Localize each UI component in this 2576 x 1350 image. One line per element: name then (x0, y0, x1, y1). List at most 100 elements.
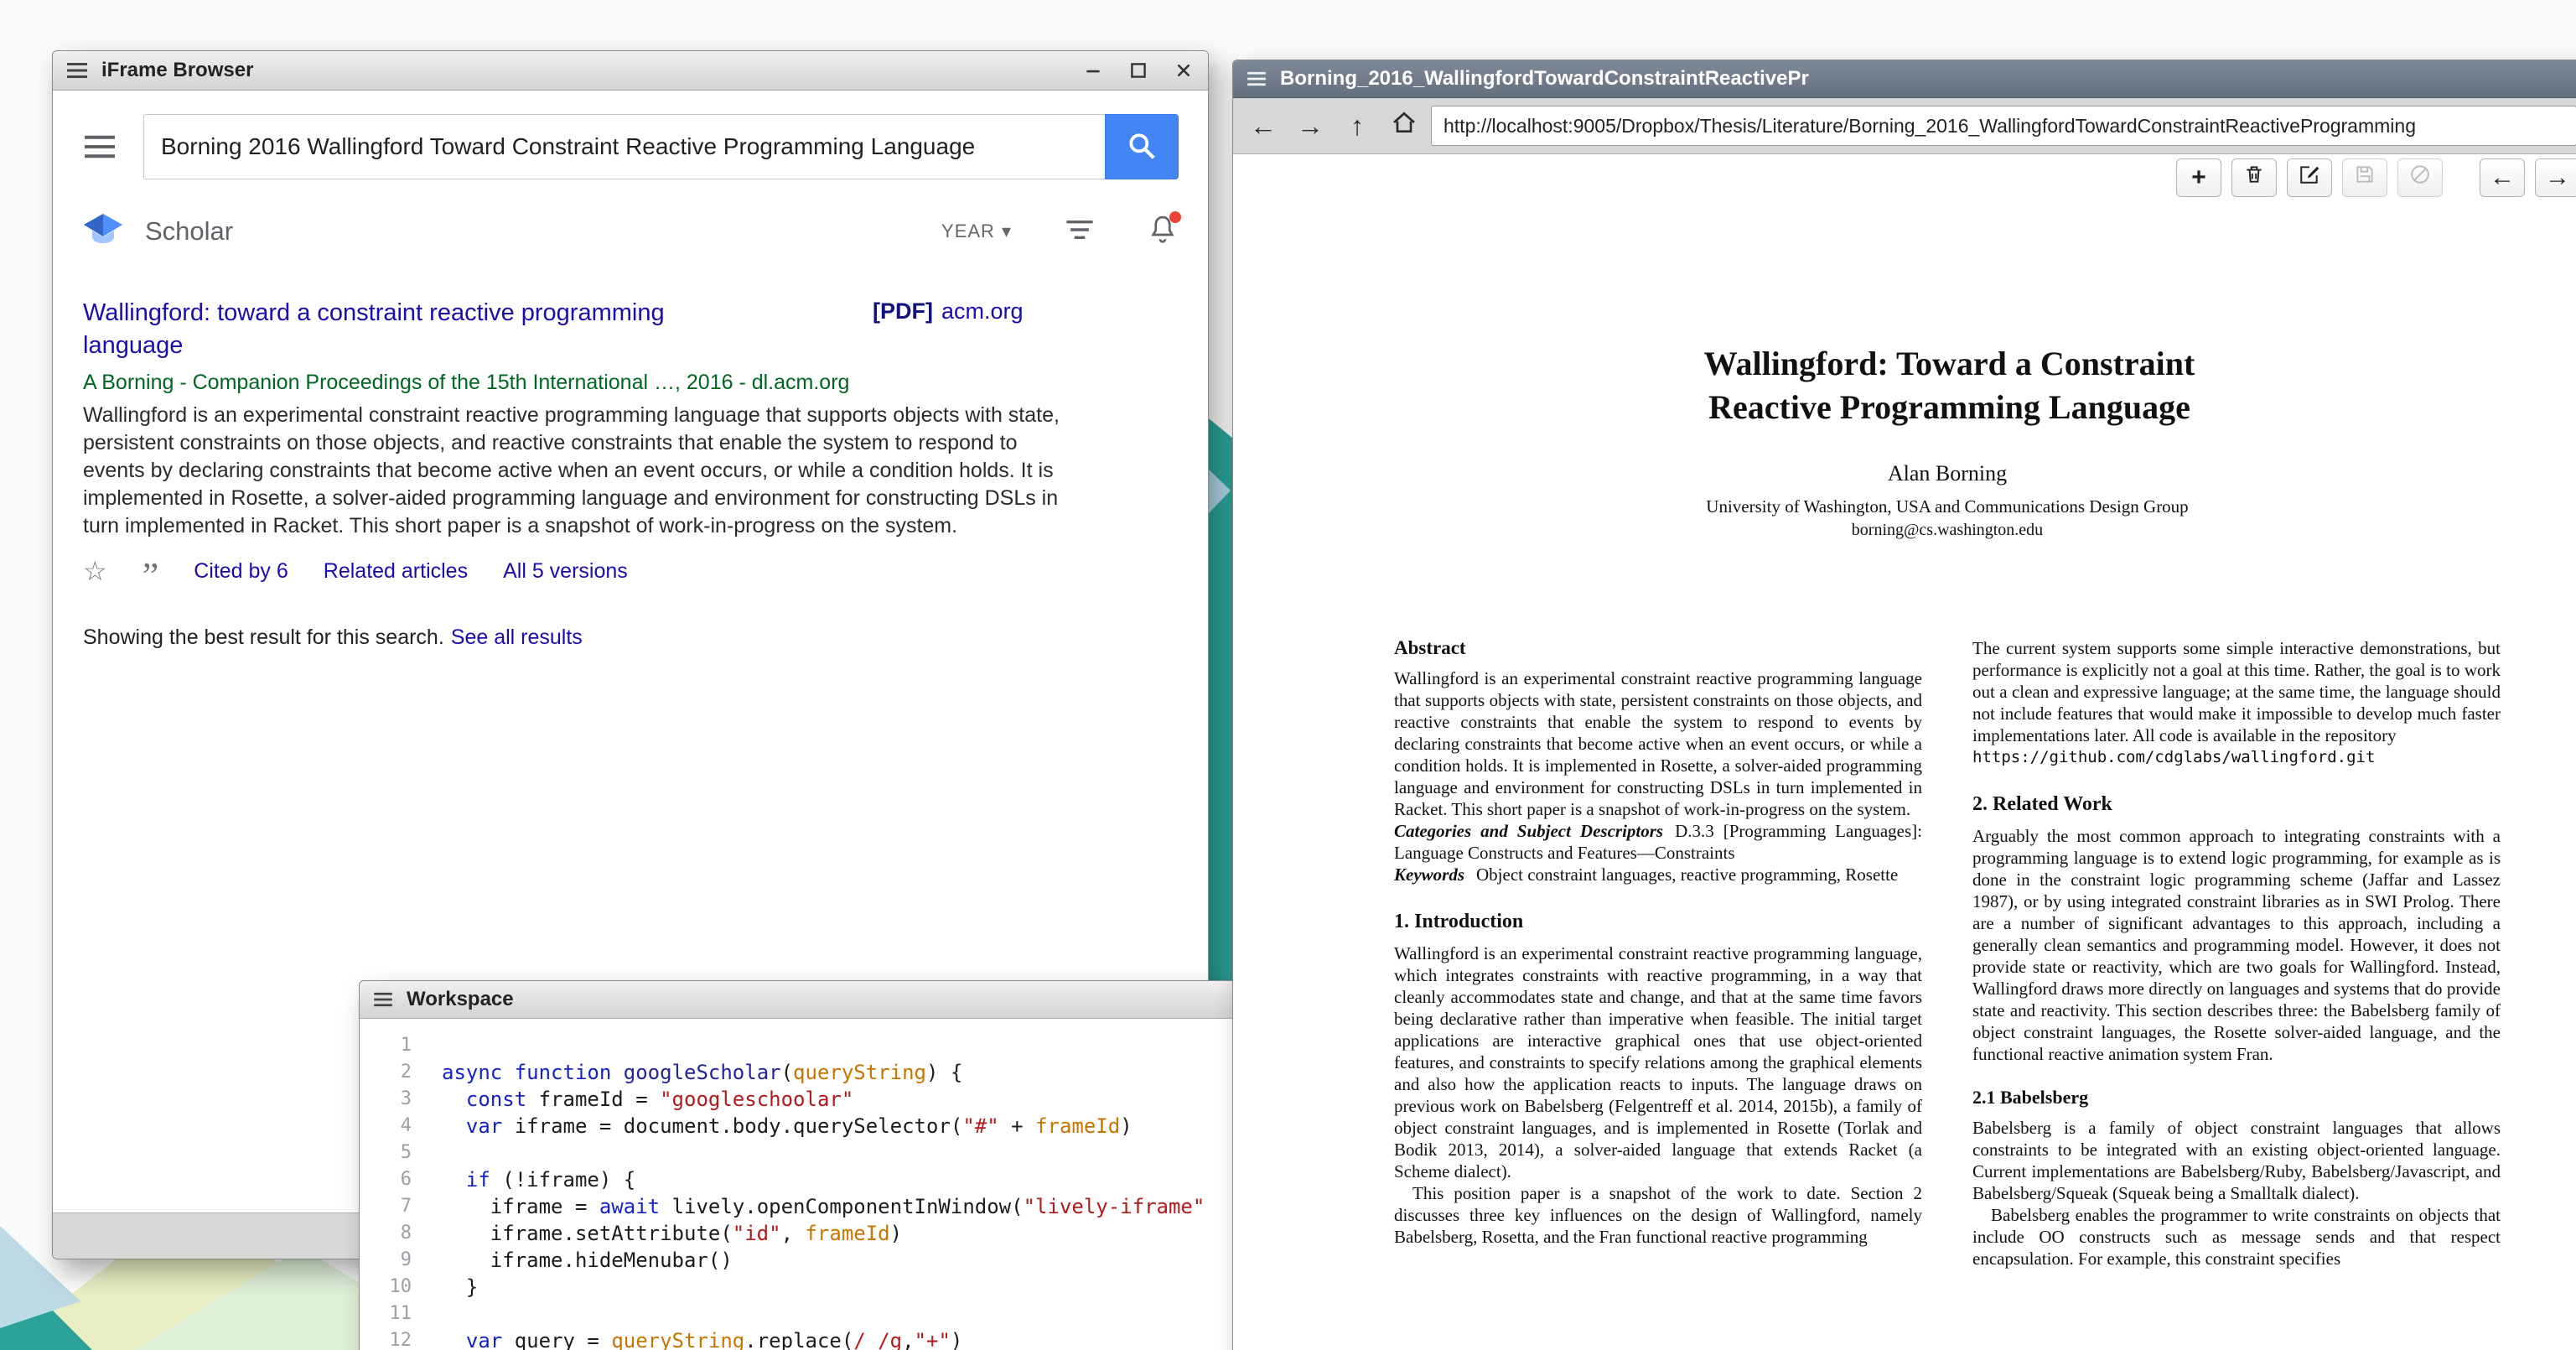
section21-para1: Babelsberg is a family of object constra… (1972, 1117, 2501, 1204)
related-articles-link[interactable]: Related articles (324, 559, 468, 584)
home-icon (1391, 109, 1418, 143)
paper-columns: Abstract Wallingford is an experimental … (1394, 637, 2505, 1270)
footer-text: Showing the best result for this search. (83, 626, 444, 649)
line-number: 4 (360, 1113, 442, 1140)
code-line[interactable]: 1 (360, 1032, 1324, 1059)
home-button[interactable] (1384, 105, 1424, 147)
trash-icon (2243, 164, 2265, 192)
code-text: if (!iframe) { (442, 1166, 635, 1193)
year-filter-label: YEAR (941, 221, 995, 242)
scholar-header: Scholar YEAR ▾ (53, 205, 1208, 258)
code-line[interactable]: 6 if (!iframe) { (360, 1166, 1324, 1193)
window-title: Borning_2016_WallingfordTowardConstraint… (1280, 67, 1809, 91)
hamburger-icon[interactable] (1247, 71, 1267, 86)
up-button[interactable]: ↑ (1337, 105, 1377, 147)
add-button[interactable]: + (2176, 158, 2221, 197)
forward-button[interactable]: → (1290, 105, 1330, 147)
desktop: iFrame Browser (0, 0, 2576, 1350)
code-line[interactable]: 9 iframe.hideMenubar() (360, 1247, 1324, 1274)
abstract-text: Wallingford is an experimental constrain… (1394, 667, 1922, 820)
next-page-button[interactable]: → (2535, 158, 2576, 197)
paper-right-column: The current system supports some simple … (1972, 637, 2501, 1270)
url-input[interactable] (1432, 115, 2576, 138)
code-line[interactable]: 5 (360, 1140, 1324, 1166)
section1-para1: Wallingford is an experimental constrain… (1394, 942, 1922, 1182)
code-text: var iframe = document.body.querySelector… (442, 1113, 1133, 1140)
code-line[interactable]: 10 } (360, 1274, 1324, 1301)
edit-icon (2299, 164, 2320, 192)
code-line[interactable]: 12 var query = queryString.replace(/ /g,… (360, 1327, 1324, 1350)
cancel-button[interactable] (2397, 158, 2443, 197)
result-footer: Showing the best result for this search.… (53, 626, 1208, 650)
code-text: iframe = await lively.openComponentInWin… (442, 1193, 1205, 1220)
pdf-source: acm.org (941, 299, 1024, 324)
line-number: 10 (360, 1274, 442, 1301)
line-number: 12 (360, 1327, 442, 1350)
caret-down-icon: ▾ (1002, 221, 1012, 242)
cited-by-link[interactable]: Cited by 6 (194, 559, 288, 584)
up-icon: ↑ (1350, 111, 1364, 142)
scholar-menu-icon[interactable] (83, 134, 117, 159)
code-line[interactable]: 3 const frameId = "googleschoolar" (360, 1086, 1324, 1113)
all-versions-link[interactable]: All 5 versions (503, 559, 628, 584)
result-actions: ☆ ” Cited by 6 Related articles All 5 ve… (83, 555, 1178, 587)
cite-icon[interactable]: ” (143, 568, 159, 584)
browser-titlebar[interactable]: iFrame Browser (53, 51, 1208, 91)
pdf-tag: [PDF] (873, 299, 933, 324)
browser-nav-bar: ← → ↑ (1233, 98, 2576, 154)
window-controls (1082, 60, 1195, 81)
search-result: Wallingford: toward a constraint reactiv… (53, 297, 1208, 587)
url-field-box (1431, 106, 2576, 146)
forward-icon: → (2545, 164, 2570, 192)
result-snippet: Wallingford is an experimental constrain… (83, 402, 1064, 540)
scholar-brand: Scholar (145, 216, 233, 247)
pdf-viewer-window: Borning_2016_WallingfordTowardConstraint… (1232, 60, 2576, 1350)
filter-button[interactable] (1064, 218, 1096, 246)
code-line[interactable]: 2async function googleScholar(queryStrin… (360, 1059, 1324, 1086)
paper-page: Wallingford: Toward a Constraint Reactiv… (1233, 201, 2576, 1270)
line-number: 3 (360, 1086, 442, 1113)
scholar-logo-icon[interactable] (83, 212, 123, 252)
pdf-titlebar[interactable]: Borning_2016_WallingfordTowardConstraint… (1233, 60, 2576, 98)
delete-button[interactable] (2231, 158, 2277, 197)
year-filter-button[interactable]: YEAR ▾ (941, 221, 1012, 242)
code-line[interactable]: 4 var iframe = document.body.querySelect… (360, 1113, 1324, 1140)
code-line[interactable]: 7 iframe = await lively.openComponentInW… (360, 1193, 1324, 1220)
section1-heading: 1. Introduction (1394, 911, 1922, 932)
save-button[interactable] (2342, 158, 2387, 197)
notifications-button[interactable] (1148, 213, 1178, 251)
code-editor[interactable]: 12async function googleScholar(queryStri… (360, 1019, 1324, 1350)
paper-title: Wallingford: Toward a Constraint Reactiv… (1665, 342, 2235, 429)
star-icon[interactable]: ☆ (83, 555, 107, 587)
maximize-button[interactable] (1127, 60, 1149, 81)
code-line[interactable]: 11 (360, 1301, 1324, 1327)
minimize-button[interactable] (1082, 60, 1104, 81)
prev-page-button[interactable]: ← (2480, 158, 2525, 197)
repo-url: https://github.com/cdglabs/wallingford.g… (1972, 746, 2501, 768)
filter-icon (1064, 231, 1096, 245)
forward-icon: → (1297, 111, 1324, 142)
pdf-page-view[interactable]: Wallingford: Toward a Constraint Reactiv… (1233, 201, 2576, 1350)
see-all-results-link[interactable]: See all results (451, 626, 583, 649)
workspace-titlebar[interactable]: Workspace (360, 981, 1324, 1019)
paper-author: Alan Borning (1394, 461, 2501, 486)
workspace-window: Workspace 12async function googleScholar… (359, 980, 1324, 1350)
code-line[interactable]: 8 iframe.setAttribute("id", frameId) (360, 1220, 1324, 1247)
line-number: 8 (360, 1220, 442, 1247)
close-button[interactable] (1173, 60, 1195, 81)
save-icon (2354, 164, 2376, 192)
hamburger-icon[interactable] (373, 992, 393, 1007)
pdf-link[interactable]: [PDF] acm.org (873, 299, 1024, 325)
back-button[interactable]: ← (1243, 105, 1283, 147)
window-title: iFrame Browser (101, 59, 253, 82)
search-button[interactable] (1105, 114, 1179, 179)
hamburger-icon[interactable] (66, 62, 88, 79)
search-bar (53, 91, 1208, 179)
code-text: iframe.hideMenubar() (442, 1247, 733, 1274)
back-icon: ← (2490, 164, 2515, 192)
search-input[interactable] (144, 133, 1105, 160)
line-number: 1 (360, 1032, 442, 1059)
result-title-link[interactable]: Wallingford: toward a constraint reactiv… (83, 297, 754, 362)
code-text: iframe.setAttribute("id", frameId) (442, 1220, 902, 1247)
edit-button[interactable] (2287, 158, 2332, 197)
